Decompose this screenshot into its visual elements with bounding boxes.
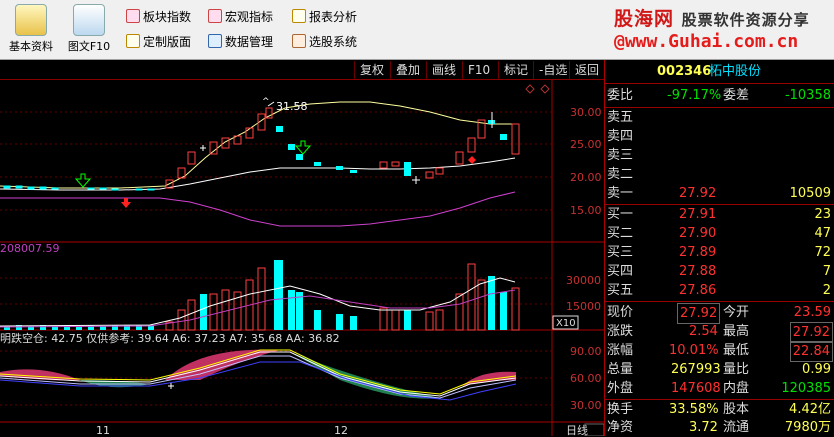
outer-inner-row: 外盘 147608 内盘 120385 xyxy=(607,381,831,396)
sell-row[interactable]: 卖三 xyxy=(605,146,834,165)
site-logo: 股海网 股票软件资源分享 @www.Guhai.com.cn xyxy=(614,8,810,52)
weibi-value: -97.17% xyxy=(667,88,722,103)
price-tick-20: 20.00 xyxy=(570,171,602,184)
chart-tab-bar: 复权 叠加 画线 F10 标记 -自选 返回 xyxy=(0,60,604,80)
buy-arrow-icon xyxy=(74,173,92,188)
volume-value-label: 208007.59 xyxy=(0,242,60,255)
f10-button[interactable]: 图文F10 xyxy=(58,2,120,58)
weibi-label: 委比 xyxy=(607,88,634,103)
tab-mark[interactable]: 标记 xyxy=(498,61,533,79)
macro-button[interactable]: 宏观指标 xyxy=(208,8,273,26)
buy-row[interactable]: 买一 27.91 23 xyxy=(605,205,834,224)
basic-info-label: 基本资料 xyxy=(9,40,53,53)
stock-chart[interactable]: 30.00 25.00 20.00 15.00 31.58 ^ 208007.5… xyxy=(0,80,604,436)
buy-arrow-icon-2 xyxy=(294,140,312,155)
macro-chart-icon xyxy=(208,9,222,23)
ind-tick-90: 90.00 xyxy=(570,345,602,358)
tab-fuquan[interactable]: 复权 xyxy=(354,61,389,79)
quote-panel: 002346 柘中股份 委比 -97.17% 委差 -10358 卖五 卖四 卖… xyxy=(604,60,834,436)
change-row: 涨跌 2.54 最高 27.92 xyxy=(605,322,834,343)
tab-watchlist[interactable]: -自选 xyxy=(533,61,572,79)
buy-row[interactable]: 买三 27.89 72 xyxy=(605,243,834,262)
ind-tick-30: 30.00 xyxy=(570,399,602,412)
tab-draw[interactable]: 画线 xyxy=(426,61,461,79)
sector-index-label: 板块指数 xyxy=(143,10,192,24)
tab-overlay[interactable]: 叠加 xyxy=(390,61,425,79)
sell-row[interactable]: 卖四 xyxy=(605,127,834,146)
sell-arrow-icon xyxy=(121,198,131,208)
data-mgmt-button[interactable]: 数据管理 xyxy=(208,33,273,51)
stock-pick-icon xyxy=(292,34,306,48)
turnover-row: 换手 33.58% 股本 4.42亿 xyxy=(607,402,831,417)
tab-f10[interactable]: F10 xyxy=(462,61,495,79)
key-icon xyxy=(15,4,47,36)
stock-header: 002346 柘中股份 xyxy=(605,62,834,81)
layout-icon xyxy=(126,34,140,48)
macro-label: 宏观指标 xyxy=(225,10,274,24)
weibi-row: 委比 -97.17% 委差 -10358 xyxy=(605,86,834,105)
sector-index-button[interactable]: 板块指数 xyxy=(126,8,191,26)
low-price: 22.84 xyxy=(789,341,833,362)
sell-row[interactable]: 卖二 xyxy=(605,165,834,184)
weicha-value: -10358 xyxy=(784,88,831,103)
date-label-11: 11 xyxy=(96,424,110,436)
weicha-label: 委差 xyxy=(723,88,750,103)
price-tick-25: 25.00 xyxy=(570,138,602,151)
pct-row: 涨幅 10.01% 最低 22.84 xyxy=(605,341,834,362)
buy-row[interactable]: 买二 27.90 47 xyxy=(605,224,834,243)
high-price-label: 31.58 xyxy=(276,100,308,113)
price-tick-30: 30.00 xyxy=(570,106,602,119)
data-icon xyxy=(208,34,222,48)
report-button[interactable]: 报表分析 xyxy=(292,8,357,26)
custom-layout-label: 定制版面 xyxy=(143,35,192,49)
volume-unit-label: X10 xyxy=(556,318,576,329)
buy-row[interactable]: 买四 27.88 7 xyxy=(605,262,834,281)
ind-tick-60: 60.00 xyxy=(570,372,602,385)
vol-tick-15000: 15000 xyxy=(566,300,601,313)
high-price: 27.92 xyxy=(789,322,833,343)
indicator-red-area-2 xyxy=(165,349,280,380)
scroll-right-marker xyxy=(540,84,550,94)
basic-info-button[interactable]: 基本资料 xyxy=(0,2,62,58)
high-marker-symbol: ^ xyxy=(262,97,270,107)
date-label-12: 12 xyxy=(334,424,348,436)
tab-back[interactable]: 返回 xyxy=(569,61,604,79)
signal-diamond-icon xyxy=(468,156,476,164)
custom-layout-button[interactable]: 定制版面 xyxy=(126,33,191,51)
report-icon xyxy=(292,9,306,23)
volume-row: 总量 267993 量比 0.99 xyxy=(607,362,831,377)
sell-row[interactable]: 卖五 xyxy=(605,108,834,127)
stock-pick-label: 选股系统 xyxy=(309,35,358,49)
data-mgmt-label: 数据管理 xyxy=(225,35,274,49)
buy-row[interactable]: 买五 27.86 2 xyxy=(605,281,834,300)
indicator-readout: 明跌空仓: 42.75 仅供参考: 39.64 A6: 37.23 A7: 35… xyxy=(0,331,340,345)
scroll-left-marker xyxy=(525,84,535,94)
vol-tick-30000: 30000 xyxy=(566,274,601,287)
current-price: 27.92 xyxy=(677,303,721,324)
price-tick-15: 15.00 xyxy=(570,204,602,217)
sell-row[interactable]: 卖一 27.92 10509 xyxy=(605,184,834,203)
report-label: 报表分析 xyxy=(309,10,358,24)
f10-label: 图文F10 xyxy=(67,40,111,53)
stock-name: 柘中股份 xyxy=(709,64,762,79)
sector-icon xyxy=(126,9,140,23)
toolbar: 基本资料 图文F10 板块指数 宏观指标 报表分析 定制版面 数据管理 选股系统… xyxy=(0,0,834,60)
stock-pick-button[interactable]: 选股系统 xyxy=(292,33,357,51)
lower-band-line xyxy=(0,191,516,227)
stock-code: 002346 xyxy=(657,64,712,79)
document-icon xyxy=(73,4,105,36)
price-row: 现价 27.92 今开 23.59 xyxy=(605,303,834,324)
indicator-plus-icon xyxy=(168,383,174,389)
net-asset-row: 净资 3.72 流通 7980万 xyxy=(607,420,831,435)
